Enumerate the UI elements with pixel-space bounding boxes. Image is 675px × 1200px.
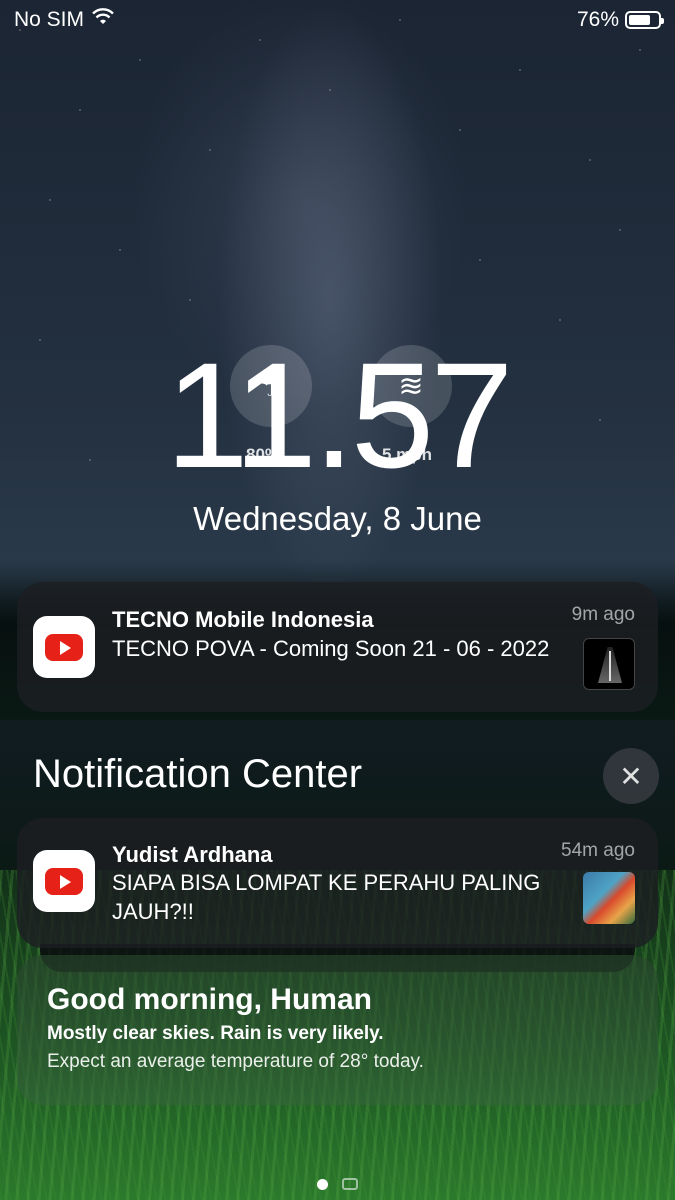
notification-title: TECNO Mobile Indonesia: [112, 607, 374, 632]
notification-body: TECNO POVA - Coming Soon 21 - 06 - 2022: [112, 636, 550, 661]
notification-title: Yudist Ardhana: [112, 842, 273, 867]
lock-screen-clock: 11.57: [165, 331, 513, 499]
weather-summary: Mostly clear skies. Rain is very likely.: [47, 1023, 384, 1044]
carrier-label: No SIM: [14, 8, 85, 31]
page-indicator: [0, 1178, 675, 1190]
notification-center-title: Notification Center: [33, 752, 363, 796]
notification-time: 9m ago: [571, 604, 635, 625]
close-icon[interactable]: ✕: [603, 748, 659, 804]
weather-notification-card[interactable]: Good morning, Human Mostly clear skies. …: [17, 955, 658, 1105]
notification-time: 54m ago: [561, 840, 635, 861]
weather-detail: Expect an average temperature of 28° tod…: [47, 1051, 424, 1072]
battery-level: [629, 15, 651, 25]
page-dot-active: [317, 1178, 328, 1190]
notification-card[interactable]: Yudist Ardhana SIAPA BISA LOMPAT KE PERA…: [17, 818, 658, 948]
battery-percent: 76%: [576, 8, 619, 31]
lock-screen-date: Wednesday, 8 June: [193, 500, 482, 537]
status-left: No SIM: [14, 8, 114, 32]
notification-card[interactable]: TECNO Mobile Indonesia TECNO POVA - Comi…: [17, 582, 658, 712]
weather-greeting: Good morning, Human: [47, 983, 372, 1016]
youtube-icon: [33, 616, 95, 678]
camera-icon[interactable]: [342, 1178, 358, 1190]
notification-thumbnail: [583, 638, 635, 690]
notification-body: SIAPA BISA LOMPAT KE PERAHU PALING JAUH?…: [112, 870, 541, 924]
wifi-icon: [92, 8, 114, 32]
status-bar: No SIM 76%: [0, 0, 675, 40]
battery-icon: [625, 11, 664, 29]
youtube-icon: [33, 850, 95, 912]
notification-thumbnail: [583, 872, 635, 924]
status-right: 76%: [576, 8, 664, 32]
